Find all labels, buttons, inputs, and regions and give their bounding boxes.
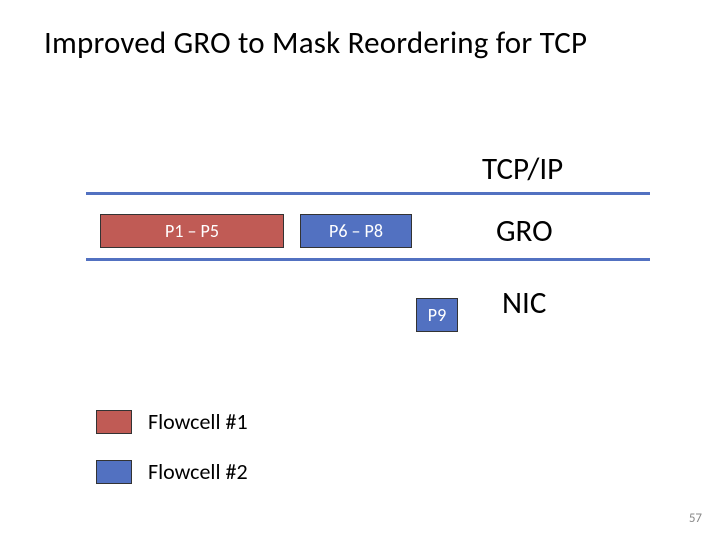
packet-label: P6 – P8 [329, 220, 383, 242]
packet-label: P9 [428, 304, 446, 326]
legend-label-flowcell2: Flowcell #2 [148, 458, 248, 485]
packet-box-p6-p8: P6 – P8 [300, 214, 412, 248]
page-number: 57 [689, 511, 702, 526]
packet-box-p1-p5: P1 – P5 [100, 214, 284, 248]
legend-swatch-flowcell2 [96, 460, 132, 484]
packet-label: P1 – P5 [165, 220, 219, 242]
legend-swatch-flowcell1 [96, 410, 132, 434]
slide: Improved GRO to Mask Reordering for TCP … [0, 0, 720, 540]
layer-label-tcpip: TCP/IP [482, 150, 563, 188]
layer-label-nic: NIC [502, 284, 546, 322]
page-title: Improved GRO to Mask Reordering for TCP [44, 24, 587, 62]
layer-rule-gro [86, 258, 650, 261]
layer-label-gro: GRO [496, 212, 553, 250]
layer-rule-tcpip [86, 192, 650, 195]
packet-box-p9: P9 [416, 298, 458, 332]
legend-label-flowcell1: Flowcell #1 [148, 408, 248, 435]
